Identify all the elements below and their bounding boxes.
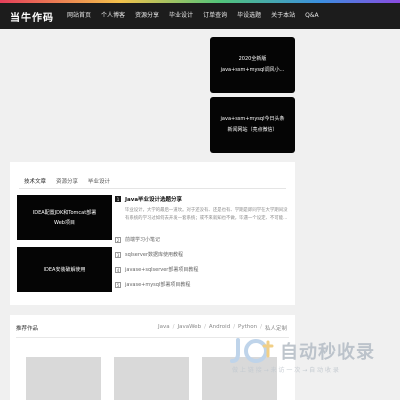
- article-1[interactable]: 1 Java毕业设计选题分享: [115, 195, 182, 203]
- filter-separator: /: [260, 324, 262, 330]
- filter-java[interactable]: Java: [158, 324, 170, 332]
- article-number: 1: [115, 196, 121, 202]
- tab-divider: [19, 188, 286, 189]
- nav-orders[interactable]: 订单查询: [198, 3, 232, 29]
- watermark-logo-icon: [230, 338, 274, 363]
- nav-graduation[interactable]: 毕业设计: [164, 3, 198, 29]
- article-3[interactable]: 3 sqlserver数据库使用教程: [115, 251, 183, 258]
- nav-qa[interactable]: Q&A: [300, 3, 324, 29]
- tab-resource-share[interactable]: 资源分享: [51, 174, 83, 189]
- article-number: 5: [115, 281, 121, 288]
- nav-blog[interactable]: 个人博客: [96, 3, 130, 29]
- article-4[interactable]: 4 javase+sqlserver部署项目教程: [115, 266, 198, 273]
- feature-card-1-line1: IDEA配置JDK和Tomcat部署: [32, 209, 97, 216]
- side-card-2-line1: java+ssm+mysql今日头条: [220, 116, 285, 122]
- article-5[interactable]: 5 javase+mysql部署项目教程: [115, 281, 190, 288]
- nav-about[interactable]: 关于本站: [266, 3, 300, 29]
- work-thumbnail-1[interactable]: [26, 357, 101, 400]
- side-card-2-line2: 新闻网站（亮点微信）: [227, 127, 278, 133]
- work-thumbnail-2[interactable]: [114, 357, 189, 400]
- side-card-1-line2: java+ssm+mysql调风小...: [220, 67, 285, 73]
- nav-home[interactable]: 网站首页: [62, 3, 96, 29]
- side-card-1-line1: 2020全新版: [238, 56, 267, 62]
- feature-card-2[interactable]: IDEA安装破解使用: [17, 247, 112, 292]
- feature-card-2-line1: IDEA安装破解使用: [43, 266, 86, 273]
- side-card-2[interactable]: java+ssm+mysql今日头条 新闻网站（亮点微信）: [210, 97, 295, 153]
- feature-card-1[interactable]: IDEA配置JDK和Tomcat部署 Web项目: [17, 195, 112, 240]
- article-number: 4: [115, 266, 121, 273]
- nav-resources[interactable]: 资源分享: [130, 3, 164, 29]
- filter-custom[interactable]: 私人定制: [265, 324, 287, 332]
- filter-python[interactable]: Python: [238, 324, 257, 332]
- article-title[interactable]: 前端学习小笔记: [125, 236, 160, 243]
- site-logo[interactable]: 当牛作码: [10, 9, 54, 24]
- article-excerpt: 毕业设计，大学的最后一道坎。对于还没有、还是也有、学期是即同学在大学期间没有系统…: [125, 208, 288, 221]
- article-title[interactable]: sqlserver数据库使用教程: [125, 251, 183, 258]
- watermark-title: 自动秒收录: [280, 342, 375, 363]
- feature-card-1-line2: Web项目: [54, 219, 75, 226]
- nav-topics[interactable]: 毕设选题: [232, 3, 266, 29]
- works-filters: Java / JavaWeb / Android / Python / 私人定制: [158, 324, 287, 332]
- watermark-subtitle: 做 上 链 接 → 来 访 一 次 → 自 动 收 录: [232, 367, 339, 374]
- tab-graduation[interactable]: 毕业设计: [83, 174, 115, 189]
- article-title[interactable]: javase+sqlserver部署项目教程: [125, 266, 198, 273]
- content-panel: 技术文章 资源分享 毕业设计 IDEA配置JDK和Tomcat部署 Web项目 …: [10, 162, 295, 305]
- side-card-1[interactable]: 2020全新版 java+ssm+mysql调风小...: [210, 37, 295, 93]
- filter-javaweb[interactable]: JavaWeb: [177, 324, 201, 332]
- article-title[interactable]: javase+mysql部署项目教程: [125, 281, 190, 288]
- top-navbar: 当牛作码 网站首页 个人博客 资源分享 毕业设计 订单查询 毕设选题 关于本站 …: [0, 3, 400, 29]
- article-number: 2: [115, 236, 121, 243]
- watermark: 自动秒收录 做 上 链 接 → 来 访 一 次 → 自 动 收 录: [228, 336, 388, 382]
- article-2[interactable]: 2 前端学习小笔记: [115, 236, 160, 243]
- filter-separator: /: [204, 324, 206, 330]
- section-title: 推荐作品: [16, 326, 39, 332]
- article-number: 3: [115, 251, 121, 258]
- article-title[interactable]: Java毕业设计选题分享: [125, 195, 182, 203]
- panel-tabs: 技术文章 资源分享 毕业设计: [19, 174, 115, 189]
- tab-tech-articles[interactable]: 技术文章: [19, 174, 52, 189]
- filter-separator: /: [233, 324, 236, 330]
- main-nav: 网站首页 个人博客 资源分享 毕业设计 订单查询 毕设选题 关于本站 Q&A: [62, 3, 324, 29]
- filter-android[interactable]: Android: [209, 324, 230, 332]
